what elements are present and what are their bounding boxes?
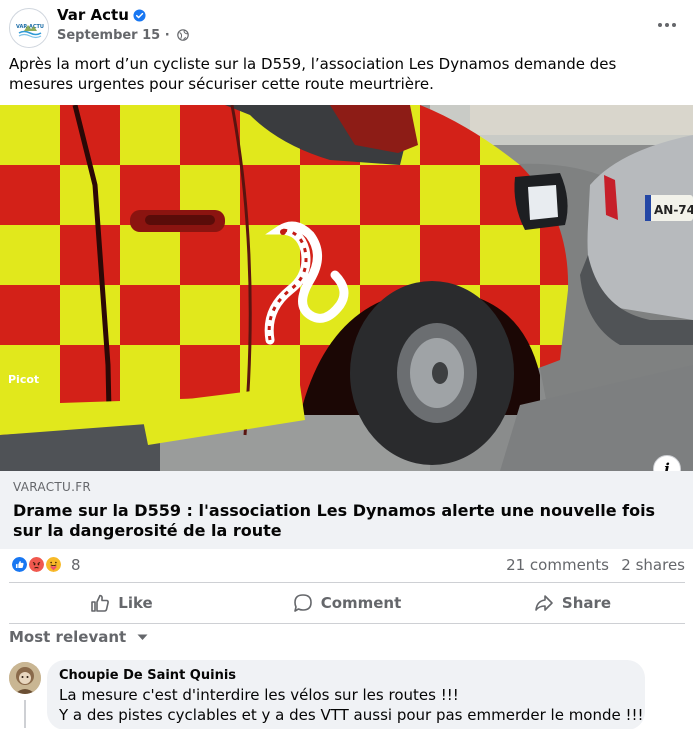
plate-text: AN-74 [654, 203, 693, 217]
post-date[interactable]: September 15 [57, 28, 160, 43]
verified-badge-icon [133, 9, 146, 22]
comment-button[interactable]: Comment [234, 583, 460, 623]
care-reaction-icon [44, 555, 63, 574]
more-options-icon[interactable] [655, 14, 679, 36]
post-actions-bar: Like Comment Share [9, 582, 685, 624]
comment-line-1: La mesure c'est d'interdire les vélos su… [59, 686, 459, 704]
globe-icon[interactable] [177, 29, 190, 41]
comment-label: Comment [320, 594, 402, 612]
comment-line-2: Y a des pistes cyclables et y a des VTT … [59, 706, 644, 724]
vehicle-text: Picot [8, 373, 39, 386]
comment-sort-dropdown[interactable]: Most relevant [9, 628, 148, 646]
commenter-avatar[interactable] [9, 662, 41, 694]
post-meta: September 15 · [57, 28, 190, 43]
comment-text: La mesure c'est d'interdire les vélos su… [59, 685, 644, 725]
post-photo[interactable]: AN-74 Picot i [0, 105, 693, 471]
post-header: VAR ACTU Var Actu September 15 · [0, 0, 693, 52]
comment-bubble: Choupie De Saint Quinis La mesure c'est … [47, 660, 645, 729]
share-button[interactable]: Share [460, 583, 685, 623]
share-label: Share [561, 594, 612, 612]
like-button[interactable]: Like [9, 583, 234, 623]
profile-photo [9, 662, 41, 694]
link-preview-card[interactable]: VARACTU.FR Drame sur la D559 : l'associa… [0, 471, 693, 549]
share-icon [535, 595, 553, 611]
meta-separator: · [164, 28, 170, 43]
comment-item: Choupie De Saint Quinis La mesure c'est … [0, 660, 693, 729]
like-reaction-icon [10, 555, 29, 574]
page-name[interactable]: Var Actu [57, 6, 129, 24]
post-text: Après la mort d’un cycliste sur la D559,… [9, 55, 617, 93]
caret-down-icon [137, 634, 148, 640]
sort-label: Most relevant [9, 628, 127, 646]
comments-count[interactable]: 21 comments [506, 556, 609, 574]
engagement-stats: 8 21 comments 2 shares [0, 549, 693, 582]
thread-line [24, 700, 26, 728]
like-label: Like [118, 594, 153, 612]
var-actu-logo: VAR ACTU [11, 10, 48, 47]
comment-icon [293, 594, 312, 612]
angry-reaction-icon [27, 555, 46, 574]
link-domain: VARACTU.FR [13, 480, 92, 494]
page-avatar[interactable]: VAR ACTU [9, 8, 49, 48]
thumbs-up-icon [91, 594, 110, 612]
reactions-count[interactable]: 8 [71, 556, 81, 574]
shares-count[interactable]: 2 shares [621, 556, 685, 574]
comment-author[interactable]: Choupie De Saint Quinis [59, 668, 236, 683]
fire-truck-photo: AN-74 Picot [0, 105, 693, 471]
link-title[interactable]: Drame sur la D559 : l'association Les Dy… [13, 501, 673, 541]
